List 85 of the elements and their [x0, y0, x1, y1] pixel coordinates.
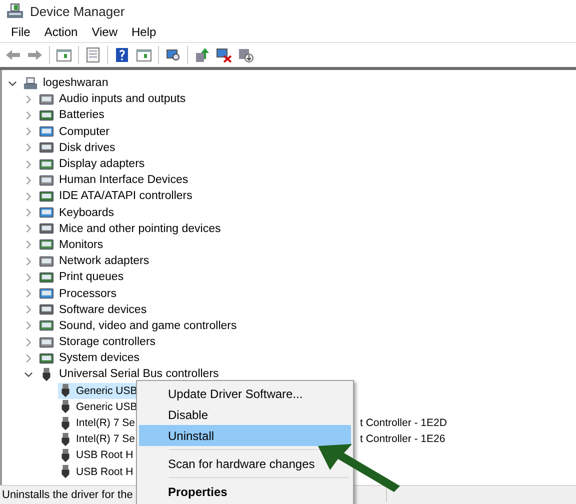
device-icon	[39, 350, 54, 366]
device-icon	[39, 334, 54, 350]
tree-item[interactable]: Processors	[59, 288, 117, 300]
tree-item[interactable]: Intel(R) 7 Se	[58, 431, 137, 448]
tree-item[interactable]: Mice and other pointing devices	[59, 222, 221, 235]
expand-chevron-icon[interactable]	[24, 208, 33, 218]
device-icon	[39, 302, 54, 318]
computer-icon	[6, 3, 24, 19]
device-icon	[39, 156, 54, 172]
tree-item[interactable]: Batteries	[59, 109, 104, 122]
tree-item[interactable]: Storage controllers	[59, 336, 156, 348]
device-icon	[39, 237, 54, 252]
device-icon	[39, 124, 54, 140]
back-arrow-icon[interactable]	[5, 47, 21, 63]
tree-item[interactable]: logeshwaran	[43, 77, 108, 90]
menu-item[interactable]: File	[4, 25, 38, 39]
collapse-chevron-icon[interactable]	[8, 78, 17, 88]
menu-item[interactable]: View	[84, 25, 124, 39]
download-icon[interactable]	[238, 47, 254, 63]
window-title: Device Manager	[30, 4, 125, 18]
tree-item[interactable]: Keyboards	[59, 206, 114, 219]
device-icon	[39, 188, 54, 204]
collapse-chevron-icon[interactable]	[24, 370, 33, 379]
tree-item[interactable]: Monitors	[59, 238, 104, 251]
device-icon	[39, 221, 54, 236]
forward-arrow-icon[interactable]	[27, 47, 43, 63]
expand-chevron-icon[interactable]	[24, 192, 33, 201]
menu-item[interactable]: Properties	[139, 481, 351, 502]
device-icon	[39, 318, 54, 334]
expand-chevron-icon[interactable]	[24, 110, 33, 120]
expand-chevron-icon[interactable]	[24, 160, 33, 169]
tree-item[interactable]: IDE ATA/ATAPI controllers	[59, 190, 192, 202]
device-icon	[39, 205, 54, 220]
tree-item[interactable]: Generic USB	[58, 398, 140, 415]
expand-chevron-icon[interactable]	[24, 94, 33, 104]
tree-item-text: t Controller - 1E2D	[360, 417, 447, 430]
tree-item[interactable]: Print queues	[59, 271, 124, 284]
menu-item[interactable]: Help	[124, 25, 164, 39]
device-icon	[39, 140, 54, 156]
device-icon	[39, 92, 54, 107]
tree-item[interactable]: Computer	[59, 126, 110, 138]
remove-icon[interactable]	[216, 47, 232, 63]
tree-item[interactable]: Software devices	[59, 304, 147, 316]
expand-chevron-icon[interactable]	[24, 272, 33, 282]
expand-chevron-icon[interactable]	[24, 256, 33, 266]
device-icon	[39, 254, 54, 269]
expand-chevron-icon[interactable]	[24, 176, 33, 185]
tree-item[interactable]: USB Root H	[58, 464, 136, 480]
tree-item[interactable]: USB Root H	[58, 447, 136, 464]
panel-icon[interactable]	[136, 47, 152, 63]
menu-item[interactable]: Scan for hardware changes	[139, 453, 351, 474]
computer-icon	[23, 76, 38, 91]
monitor-search-icon[interactable]	[165, 47, 181, 63]
tree-item[interactable]: Universal Serial Bus controllers	[59, 368, 219, 380]
menu-item[interactable]: Action	[37, 25, 85, 39]
tree-item[interactable]: Audio inputs and outputs	[59, 93, 186, 106]
device-icon	[39, 172, 54, 188]
expand-chevron-icon[interactable]	[24, 143, 33, 152]
tree-item[interactable]: Disk drives	[59, 142, 116, 154]
menu-item[interactable]: Update Driver Software...	[139, 383, 351, 404]
expand-chevron-icon[interactable]	[24, 321, 33, 330]
tree-item[interactable]: Intel(R) 7 Se	[58, 415, 137, 432]
sheet-icon[interactable]	[85, 47, 101, 63]
menu-item[interactable]: Uninstall	[139, 425, 351, 446]
tree-item[interactable]: Display adapters	[59, 158, 145, 170]
panel-icon[interactable]	[56, 47, 72, 63]
device-icon	[39, 270, 54, 285]
expand-chevron-icon[interactable]	[24, 289, 33, 298]
tree-item[interactable]: Sound, video and game controllers	[59, 320, 237, 332]
device-icon	[39, 286, 54, 302]
tree-item[interactable]: Human Interface Devices	[59, 174, 188, 186]
status-text: Uninstalls the driver for the	[2, 489, 133, 501]
tree-item[interactable]: Network adapters	[59, 255, 150, 268]
tree-item[interactable]: System devices	[59, 352, 140, 364]
menu-item[interactable]: Disable	[139, 404, 351, 425]
expand-chevron-icon[interactable]	[24, 224, 33, 234]
tree-item-text: t Controller - 1E26	[360, 433, 446, 446]
help-icon[interactable]	[114, 47, 130, 63]
update-icon[interactable]	[194, 47, 210, 63]
expand-chevron-icon[interactable]	[24, 354, 33, 363]
expand-chevron-icon[interactable]	[24, 305, 33, 314]
device-icon	[39, 108, 54, 123]
expand-chevron-icon[interactable]	[24, 338, 33, 347]
expand-chevron-icon[interactable]	[24, 240, 33, 250]
expand-chevron-icon[interactable]	[24, 127, 33, 136]
